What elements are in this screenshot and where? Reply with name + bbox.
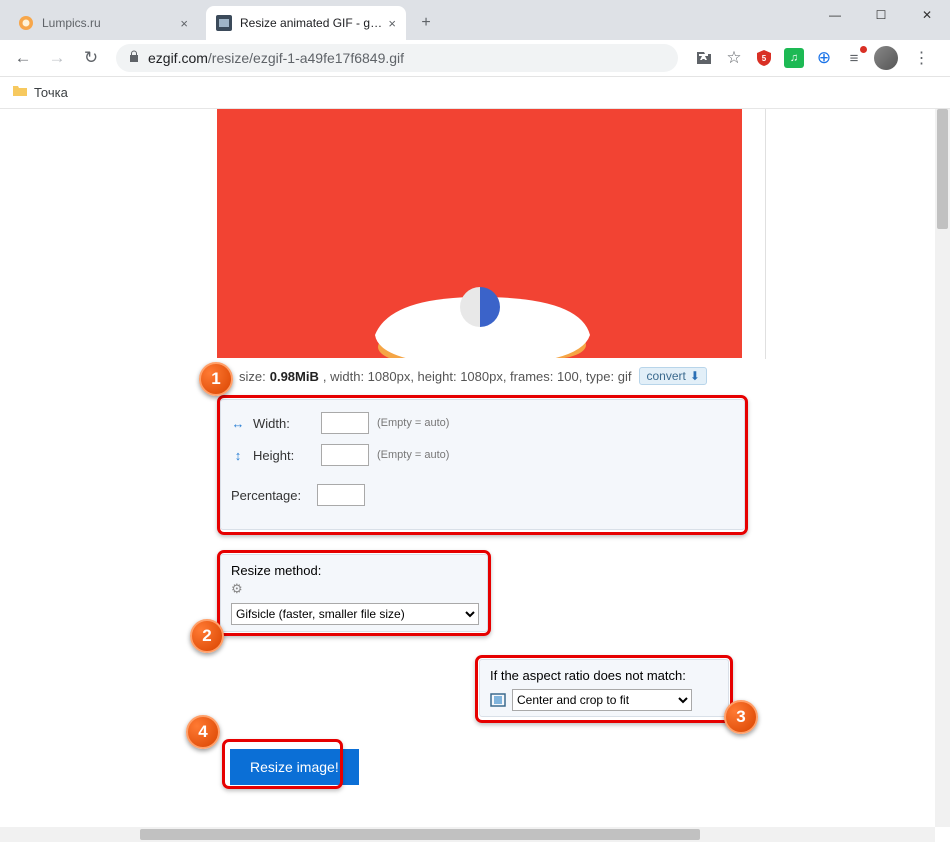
window-minimize[interactable]: — [812,0,858,30]
tab-ezgif[interactable]: Resize animated GIF - gif-man-m × [206,6,406,40]
ext-shield-icon[interactable]: 5 [754,48,774,68]
tab-close-icon[interactable]: × [180,16,188,31]
badge-3: 3 [724,700,758,734]
convert-button[interactable]: convert ⬇ [639,367,706,385]
height-input[interactable] [321,444,369,466]
scroll-thumb[interactable] [140,829,700,840]
browser-titlebar: Lumpics.ru × Resize animated GIF - gif-m… [0,0,950,40]
file-size: 0.98MiB [270,369,319,384]
download-icon: ⬇ [690,369,700,383]
favicon-ezgif [216,15,232,31]
horizontal-scrollbar[interactable] [0,827,935,842]
bookmark-star-icon[interactable]: ☆ [724,48,744,68]
vertical-scrollbar[interactable] [935,109,950,827]
profile-avatar[interactable] [874,46,898,70]
favicon-lumpics [18,15,34,31]
window-close[interactable]: ✕ [904,0,950,30]
scroll-thumb[interactable] [937,109,948,229]
percentage-label: Percentage: [231,488,309,503]
nav-back[interactable]: ← [8,43,38,73]
tab-lumpics[interactable]: Lumpics.ru × [8,6,198,40]
tab-title: Lumpics.ru [42,16,174,30]
folder-icon [12,83,28,102]
resize-image-button[interactable]: Resize image! [230,749,359,785]
height-icon: ↕ [231,448,245,463]
gif-content [330,257,630,358]
lock-icon [128,50,140,66]
file-info: size: 0.98MiB, width: 1080px, height: 10… [239,367,707,385]
window-controls: — ☐ ✕ [812,0,950,30]
url-path: /resize/ezgif-1-a49fe17f6849.gif [208,50,404,66]
new-tab-button[interactable]: + [412,9,440,37]
tab-title: Resize animated GIF - gif-man-m [240,16,382,30]
ext-globe-icon[interactable]: ⊕ [814,48,834,68]
page-viewport: size: 0.98MiB, width: 1080px, height: 10… [0,109,935,827]
aspect-label: If the aspect ratio does not match: [490,668,718,683]
percentage-input[interactable] [317,484,365,506]
omnibox[interactable]: ezgif.com/resize/ezgif-1-a49fe17f6849.gi… [116,44,678,72]
width-icon: ↔ [231,416,245,431]
url-domain: ezgif.com [148,50,208,66]
aspect-ratio-panel: If the aspect ratio does not match: Cent… [479,659,729,717]
bookmark-folder[interactable]: Точка [12,83,68,102]
width-hint: (Empty = auto) [377,417,449,429]
page-sidebar [765,109,935,359]
nav-reload[interactable]: ↻ [76,43,106,73]
tab-close-icon[interactable]: × [388,16,396,31]
address-bar: ← → ↻ ezgif.com/resize/ezgif-1-a49fe17f6… [0,40,950,77]
url-text: ezgif.com/resize/ezgif-1-a49fe17f6849.gi… [148,50,404,66]
badge-1: 1 [199,362,233,396]
resize-method-select[interactable]: Gifsicle (faster, smaller file size) [231,603,479,625]
bookmark-label: Точка [34,85,68,100]
badge-4: 4 [186,715,220,749]
aspect-select[interactable]: Center and crop to fit [512,689,692,711]
browser-menu[interactable]: ⋮ [908,48,936,68]
badge-2: 2 [190,619,224,653]
width-label: Width: [253,416,313,431]
svg-text:5: 5 [762,54,767,63]
gear-icon[interactable]: ⚙ [231,581,477,597]
window-maximize[interactable]: ☐ [858,0,904,30]
ext-music-icon[interactable]: ♫ [784,48,804,68]
nav-forward[interactable]: → [42,43,72,73]
height-label: Height: [253,448,313,463]
width-input[interactable] [321,412,369,434]
height-hint: (Empty = auto) [377,449,449,461]
crop-icon [490,693,506,707]
dimensions-panel: ↔ Width: (Empty = auto) ↕ Height: (Empty… [220,399,745,530]
bookmarks-bar: Точка [0,77,950,109]
translate-icon[interactable] [694,48,714,68]
gif-preview [217,109,742,358]
resize-method-panel: Resize method: ⚙ Gifsicle (faster, small… [220,554,488,632]
ext-list-icon[interactable]: ≡ [844,48,864,68]
resize-method-label: Resize method: [231,563,477,578]
